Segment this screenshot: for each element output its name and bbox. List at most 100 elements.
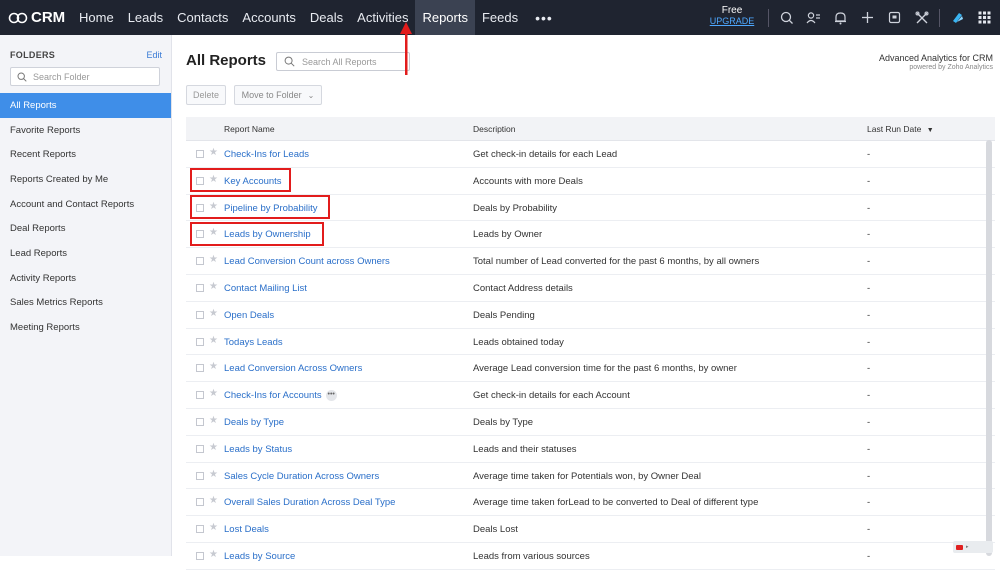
row-checkbox[interactable]: [196, 444, 204, 453]
folder-account-contact-reports[interactable]: Account and Contact Reports: [0, 192, 171, 217]
row-checkbox[interactable]: [196, 417, 204, 426]
table-row[interactable]: ★ Contact Mailing List Contact Address det…: [186, 275, 995, 302]
report-name-link[interactable]: Leads by Status: [224, 444, 292, 455]
report-name-link[interactable]: Lead Conversion Across Owners: [224, 363, 362, 374]
row-checkbox[interactable]: [196, 364, 204, 373]
folder-all-reports[interactable]: All Reports: [0, 93, 171, 118]
table-row[interactable]: ★ Sales Cycle Duration Across Owners Avera…: [186, 463, 995, 490]
favorite-star-icon[interactable]: ★: [209, 147, 218, 158]
table-row[interactable]: ★ Lead Conversion Across Owners Average Le…: [186, 355, 995, 383]
row-checkbox[interactable]: [196, 391, 204, 400]
contacts-icon[interactable]: [800, 0, 827, 35]
report-description: Deals Pending: [473, 309, 535, 321]
row-checkbox[interactable]: [196, 283, 204, 292]
move-to-folder-button[interactable]: Move to Folder ⌄: [234, 85, 322, 105]
crm-logo[interactable]: CRM: [0, 9, 72, 26]
folder-sales-metrics-reports[interactable]: Sales Metrics Reports: [0, 291, 171, 316]
favorite-star-icon[interactable]: ★: [209, 335, 218, 346]
upgrade-link[interactable]: UPGRADE: [706, 16, 758, 27]
favorite-star-icon[interactable]: ★: [209, 522, 218, 533]
table-scrollbar[interactable]: [986, 140, 992, 556]
more-options-icon[interactable]: •••: [325, 390, 337, 402]
table-row[interactable]: ★ Leads by Source Leads from various sourc…: [186, 543, 995, 570]
column-report-name[interactable]: Report Name: [224, 124, 275, 134]
column-last-run-label: Last Run Date: [867, 123, 922, 134]
row-checkbox[interactable]: [196, 471, 204, 480]
column-last-run-date[interactable]: Last Run Date ▼: [867, 124, 934, 134]
report-name-link[interactable]: Lost Deals: [224, 524, 269, 535]
folder-reports-created-by-me[interactable]: Reports Created by Me: [0, 167, 171, 192]
calendar-icon[interactable]: [881, 0, 908, 35]
table-row[interactable]: ★ Leads by Status Leads and their statuses…: [186, 436, 995, 463]
delete-button[interactable]: Delete: [186, 85, 226, 105]
table-row[interactable]: ★ Key Accounts Accounts with more Deals -: [186, 168, 995, 195]
row-checkbox[interactable]: [196, 150, 204, 158]
nav-leads[interactable]: Leads: [121, 0, 170, 35]
report-name-link[interactable]: Lead Conversion Count across Owners: [224, 256, 390, 267]
divider: [939, 8, 940, 27]
report-description: Deals by Probability: [473, 202, 557, 214]
search-icon: [17, 71, 27, 82]
report-name-link[interactable]: Open Deals: [224, 310, 274, 321]
folder-activity-reports[interactable]: Activity Reports: [0, 266, 171, 291]
plus-icon[interactable]: [854, 0, 881, 35]
row-checkbox[interactable]: [196, 310, 204, 319]
toolbar-icons: [764, 0, 998, 35]
table-row[interactable]: ★ Open Deals Deals Pending -: [186, 302, 995, 329]
table-row[interactable]: ★ Overall Sales Duration Across Deal Type…: [186, 489, 995, 517]
favorite-star-icon[interactable]: ★: [209, 415, 218, 426]
report-name-link[interactable]: Check-Ins for Accounts •••: [224, 390, 337, 401]
folder-list: All Reports Favorite Reports Recent Repo…: [0, 93, 171, 340]
zia-icon[interactable]: [944, 0, 971, 35]
report-name-link[interactable]: Check-Ins for Leads: [224, 149, 309, 160]
nav-contacts[interactable]: Contacts: [170, 0, 235, 35]
apps-grid-icon[interactable]: [971, 0, 998, 35]
favorite-star-icon[interactable]: ★: [209, 281, 218, 292]
column-description[interactable]: Description: [473, 124, 516, 134]
row-checkbox[interactable]: [196, 525, 204, 534]
folder-lead-reports[interactable]: Lead Reports: [0, 241, 171, 266]
folder-deal-reports[interactable]: Deal Reports: [0, 216, 171, 241]
search-icon[interactable]: [773, 0, 800, 35]
folder-search-input[interactable]: Search Folder: [10, 67, 160, 86]
favorite-star-icon[interactable]: ★: [209, 254, 218, 265]
folder-meeting-reports[interactable]: Meeting Reports: [0, 315, 171, 340]
report-name-link[interactable]: Overall Sales Duration Across Deal Type: [224, 497, 395, 508]
row-checkbox[interactable]: [196, 337, 204, 346]
report-name: Leads by Status: [224, 443, 293, 455]
setup-tools-icon[interactable]: [908, 0, 935, 35]
table-row[interactable]: ★ Deals by Type Deals by Type -: [186, 409, 995, 436]
row-checkbox[interactable]: [196, 498, 204, 507]
table-row[interactable]: ★ Check-Ins for Leads Get check-in details…: [186, 141, 995, 168]
row-checkbox[interactable]: [196, 257, 204, 266]
favorite-star-icon[interactable]: ★: [209, 549, 218, 560]
report-name-link[interactable]: Deals by Type: [224, 417, 284, 428]
nav-feeds[interactable]: Feeds: [475, 0, 525, 35]
bell-icon[interactable]: [827, 0, 854, 35]
advanced-analytics-link[interactable]: Advanced Analytics for CRM powered by Zo…: [879, 53, 993, 71]
last-run-date: -: [867, 175, 871, 187]
nav-reports[interactable]: Reports: [415, 0, 475, 35]
report-name-link[interactable]: Contact Mailing List: [224, 283, 307, 294]
favorite-star-icon[interactable]: ★: [209, 308, 218, 319]
table-row[interactable]: ★ Check-Ins for Accounts ••• Get check-in d…: [186, 382, 995, 409]
folder-recent-reports[interactable]: Recent Reports: [0, 142, 171, 167]
more-modules-button[interactable]: •••: [525, 0, 563, 35]
report-search-input[interactable]: Search All Reports: [276, 52, 410, 71]
report-name-link[interactable]: Todays Leads: [224, 337, 283, 348]
table-row[interactable]: ★ Todays Leads Leads obtained today -: [186, 329, 995, 356]
nav-home[interactable]: Home: [72, 0, 121, 35]
nav-accounts[interactable]: Accounts: [235, 0, 302, 35]
favorite-star-icon[interactable]: ★: [209, 361, 218, 372]
favorite-star-icon[interactable]: ★: [209, 469, 218, 480]
favorite-star-icon[interactable]: ★: [209, 442, 218, 453]
report-name-link[interactable]: Leads by Source: [224, 551, 295, 562]
edit-folders-link[interactable]: Edit: [146, 50, 162, 60]
favorite-star-icon[interactable]: ★: [209, 495, 218, 506]
favorite-star-icon[interactable]: ★: [209, 388, 218, 399]
table-row[interactable]: ★ Lead Conversion Count across Owners Tota…: [186, 248, 995, 275]
nav-deals[interactable]: Deals: [303, 0, 350, 35]
table-row[interactable]: ★ Lost Deals Deals Lost -: [186, 516, 995, 543]
folder-favorite-reports[interactable]: Favorite Reports: [0, 118, 171, 143]
report-name-link[interactable]: Sales Cycle Duration Across Owners: [224, 471, 379, 482]
